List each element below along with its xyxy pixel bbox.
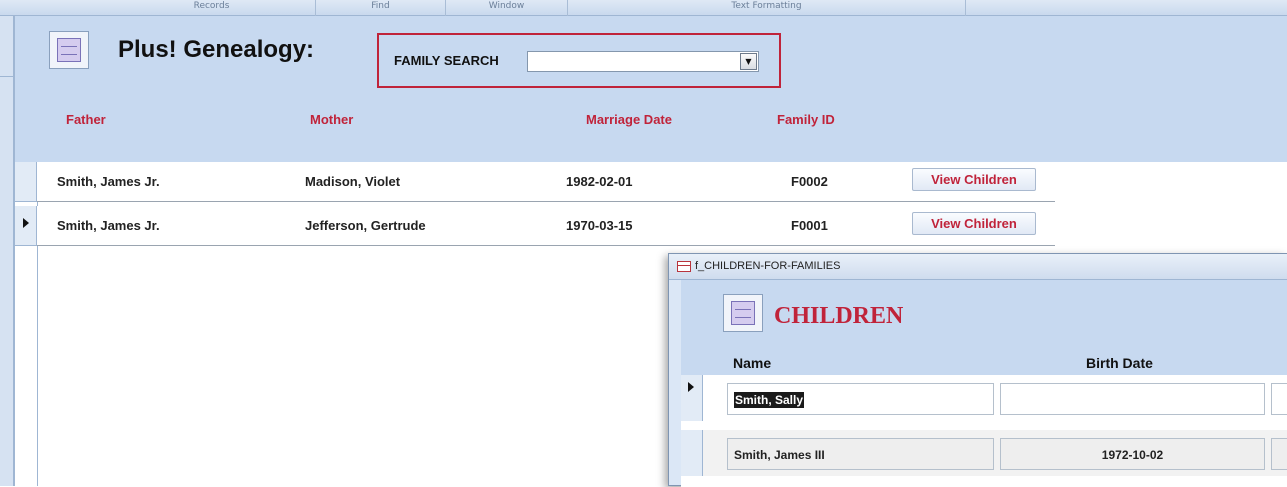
cell-father[interactable]: Smith, James Jr. xyxy=(57,174,160,189)
children-heading: CHILDREN xyxy=(774,303,904,329)
column-header-family-id: Family ID xyxy=(777,112,835,127)
family-search-box: FAMILY SEARCH ▼ xyxy=(377,33,781,88)
ribbon-group-records[interactable]: Records xyxy=(108,0,316,16)
child-next-field[interactable] xyxy=(1271,438,1287,470)
list-item[interactable]: Smith, James III 1972-10-02 xyxy=(681,430,1287,476)
view-children-button[interactable]: View Children xyxy=(912,212,1036,235)
family-search-label: FAMILY SEARCH xyxy=(394,53,499,68)
ribbon-group-window[interactable]: Window xyxy=(446,0,568,16)
child-birth-date-field[interactable] xyxy=(1000,383,1265,415)
family-tree-icon xyxy=(723,294,763,332)
form-header: Plus! Genealogy: FAMILY SEARCH ▼ Father … xyxy=(15,16,1287,162)
family-tree-icon xyxy=(49,31,89,69)
table-row[interactable]: Smith, James Jr. Madison, Violet 1982-02… xyxy=(15,162,1055,202)
cell-marriage-date[interactable]: 1970-03-15 xyxy=(566,218,633,233)
column-header-mother: Mother xyxy=(310,112,354,127)
ribbon-group-find[interactable]: Find xyxy=(316,0,446,16)
record-selector[interactable] xyxy=(15,162,37,202)
view-children-button[interactable]: View Children xyxy=(912,168,1036,191)
child-next-field[interactable] xyxy=(1271,383,1287,415)
record-selector-icon xyxy=(23,218,29,228)
children-window-title: f_CHILDREN-FOR-FAMILIES xyxy=(695,260,841,272)
record-selector[interactable] xyxy=(681,375,703,421)
ribbon-group-text-formatting[interactable]: Text Formatting xyxy=(568,0,966,16)
children-form-body: CHILDREN Name Birth Date Smith, Sally Sm… xyxy=(681,280,1287,487)
child-birth-date-field[interactable]: 1972-10-02 xyxy=(1000,438,1265,470)
children-form-header: CHILDREN Name Birth Date xyxy=(681,280,1287,375)
family-search-combo[interactable]: ▼ xyxy=(527,51,759,72)
children-window-titlebar[interactable]: f_CHILDREN-FOR-FAMILIES xyxy=(669,254,1287,280)
navigation-pane-edge[interactable] xyxy=(0,16,14,486)
column-header-marriage-date: Marriage Date xyxy=(586,112,672,127)
column-header-father: Father xyxy=(66,112,106,127)
cell-mother[interactable]: Jefferson, Gertrude xyxy=(305,218,426,233)
column-header-name: Name xyxy=(733,355,772,371)
child-name-field[interactable]: Smith, Sally xyxy=(727,383,994,415)
form-icon xyxy=(677,261,691,272)
child-name-value: Smith, Sally xyxy=(734,392,805,408)
record-selector[interactable] xyxy=(15,206,37,246)
column-header-birth-date: Birth Date xyxy=(1086,355,1153,371)
cell-family-id[interactable]: F0002 xyxy=(791,174,828,189)
app-title: Plus! Genealogy: xyxy=(118,36,315,63)
cell-mother[interactable]: Madison, Violet xyxy=(305,174,400,189)
child-name-field[interactable]: Smith, James III xyxy=(727,438,994,470)
record-selector[interactable] xyxy=(681,430,703,476)
list-item[interactable]: Smith, Sally xyxy=(681,375,1287,421)
cell-father[interactable]: Smith, James Jr. xyxy=(57,218,160,233)
ribbon: Records Find Window Text Formatting xyxy=(0,0,1287,16)
cell-marriage-date[interactable]: 1982-02-01 xyxy=(566,174,633,189)
dropdown-arrow-icon[interactable]: ▼ xyxy=(740,53,757,70)
table-row[interactable]: Smith, James Jr. Jefferson, Gertrude 197… xyxy=(15,206,1055,246)
record-selector-icon xyxy=(688,382,694,392)
children-window[interactable]: f_CHILDREN-FOR-FAMILIES CHILDREN Name Bi… xyxy=(668,253,1287,487)
cell-family-id[interactable]: F0001 xyxy=(791,218,828,233)
